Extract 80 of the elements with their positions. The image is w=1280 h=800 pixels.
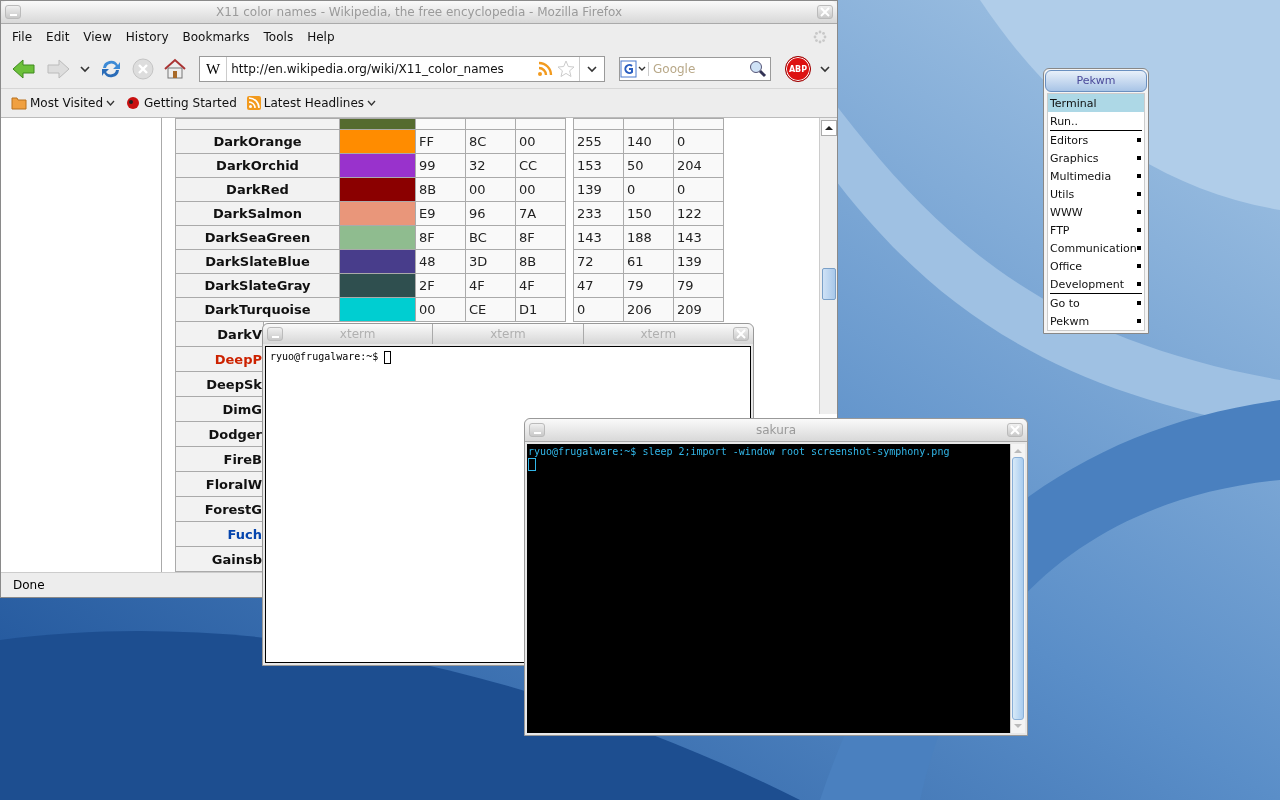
- star-icon[interactable]: [557, 60, 575, 78]
- color-name: DarkSalmon: [175, 201, 340, 226]
- color-name: FloralW: [205, 476, 262, 492]
- text-cursor: [528, 458, 536, 471]
- home-button[interactable]: [163, 57, 187, 81]
- bookmark-item[interactable]: Getting Started: [125, 96, 237, 110]
- color-name: FireB: [223, 451, 262, 467]
- color-name: DarkOrange: [175, 129, 340, 154]
- adblock-button[interactable]: ABP: [785, 56, 811, 82]
- menu-item[interactable]: Editors: [1048, 131, 1144, 149]
- menu-item[interactable]: Bookmarks: [175, 28, 257, 46]
- color-name: DarkSlateGray: [175, 273, 340, 298]
- menu-item[interactable]: Edit: [39, 28, 77, 46]
- loading-icon: [813, 30, 827, 44]
- terminal-line: ryuo@frugalware:~$ sleep 2;import -window root screenshot-symphony.png: [528, 446, 950, 458]
- minimize-button[interactable]: [5, 5, 21, 19]
- forward-button[interactable]: [45, 57, 71, 81]
- menu-item[interactable]: Help: [300, 28, 342, 46]
- scroll-up-button[interactable]: [820, 120, 837, 136]
- color-name: DarkSeaGreen: [175, 225, 340, 250]
- close-button[interactable]: [1007, 423, 1023, 437]
- scroll-up-icon[interactable]: [1014, 448, 1022, 454]
- text-cursor: [384, 351, 392, 364]
- menu-item[interactable]: Run..: [1048, 112, 1144, 130]
- menu-item[interactable]: Multimedia: [1048, 167, 1144, 185]
- color-name: DeepSk: [206, 376, 262, 392]
- status-text: Done: [13, 578, 45, 592]
- terminal-prompt: ryuo@frugalware:~$: [270, 351, 379, 363]
- back-button[interactable]: [11, 57, 37, 81]
- search-icon[interactable]: [749, 60, 767, 78]
- menu-item[interactable]: FTP: [1048, 221, 1144, 239]
- menu-item[interactable]: Development: [1048, 275, 1144, 293]
- window-title: X11 color names - Wikipedia, the free encyclopedia - Mozilla Firefox: [215, 5, 623, 19]
- menu-item[interactable]: Terminal: [1048, 94, 1144, 112]
- caret-icon[interactable]: [367, 100, 376, 106]
- color-name: Gainsb: [211, 551, 262, 567]
- feed-icon: [246, 96, 261, 110]
- folder-icon: [11, 96, 27, 110]
- color-name: DarkTurquoise: [175, 297, 340, 322]
- menu-item[interactable]: WWW: [1048, 203, 1144, 221]
- search-box[interactable]: Google: [619, 57, 771, 81]
- scroll-thumb[interactable]: [821, 268, 836, 300]
- menu-item[interactable]: Tools: [256, 28, 301, 46]
- color-name: DarkSlateBlue: [175, 249, 340, 274]
- color-name: DimG: [222, 401, 262, 417]
- menu-item[interactable]: Graphics: [1048, 149, 1144, 167]
- history-dropdown-icon[interactable]: [79, 65, 91, 73]
- scrollbar[interactable]: [819, 118, 837, 414]
- menu-item[interactable]: Go to: [1048, 294, 1144, 312]
- menu-item[interactable]: File: [5, 28, 40, 46]
- color-name: Dodger: [208, 426, 262, 442]
- window-title: sakura: [755, 423, 797, 437]
- caret-icon[interactable]: [819, 65, 831, 73]
- scroll-thumb[interactable]: [1012, 457, 1024, 720]
- scroll-down-icon[interactable]: [1014, 723, 1022, 729]
- minimize-button[interactable]: [529, 423, 545, 437]
- google-icon[interactable]: [620, 60, 648, 78]
- menu-item[interactable]: History: [118, 28, 176, 46]
- menu-item[interactable]: Communication: [1048, 239, 1144, 257]
- bookmark-item[interactable]: Latest Headlines: [246, 96, 376, 110]
- color-name: DarkOrchid: [175, 153, 340, 178]
- stop-button[interactable]: [131, 57, 155, 81]
- scroll-up-icon: [824, 125, 833, 131]
- menu-title: Pekwm: [1045, 70, 1147, 92]
- caret-icon: [587, 65, 597, 73]
- menu-item[interactable]: Utils: [1048, 185, 1144, 203]
- menu-item[interactable]: Office: [1048, 257, 1144, 275]
- address-bar[interactable]: W http://en.wikipedia.org/wiki/X11_color_names: [199, 56, 605, 82]
- close-button[interactable]: [733, 327, 749, 341]
- color-name: DarkV: [217, 326, 262, 342]
- menu-item[interactable]: View: [76, 28, 119, 46]
- caret-icon[interactable]: [106, 100, 116, 106]
- color-name: ForestG: [204, 501, 262, 517]
- color-name: DarkRed: [175, 177, 340, 202]
- feed-icon[interactable]: [537, 61, 553, 77]
- menu-item[interactable]: Pekwm: [1048, 312, 1144, 330]
- close-button[interactable]: [817, 5, 833, 19]
- minimize-button[interactable]: [267, 327, 283, 341]
- bookmark-item[interactable]: Most Visited: [11, 96, 116, 110]
- scrollbar[interactable]: [1010, 444, 1025, 733]
